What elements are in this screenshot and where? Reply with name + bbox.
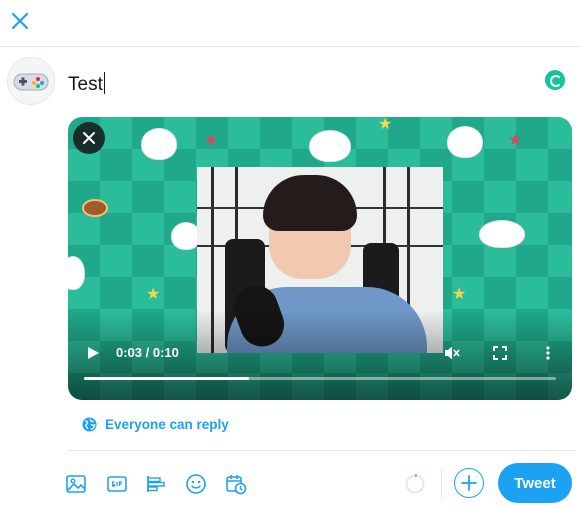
globe-icon bbox=[82, 416, 97, 432]
media-attachment[interactable]: ★ ★ ★ ★ ★ 0:03 / 0:10 bbox=[68, 117, 572, 400]
schedule-icon[interactable] bbox=[225, 473, 247, 495]
volume-muted-icon[interactable] bbox=[444, 345, 460, 361]
puppy-sticker bbox=[448, 127, 482, 157]
image-icon[interactable] bbox=[65, 473, 87, 495]
gamepad-icon bbox=[13, 73, 49, 91]
person bbox=[263, 175, 357, 231]
tweet-text-value: Test bbox=[68, 74, 103, 95]
video-progress-fill bbox=[84, 377, 250, 380]
tweet-button[interactable]: Tweet bbox=[498, 463, 572, 503]
star-icon: ★ bbox=[146, 286, 161, 303]
reply-settings-label: Everyone can reply bbox=[105, 416, 229, 432]
star-icon: ★ bbox=[452, 286, 467, 303]
close-icon[interactable] bbox=[8, 9, 32, 33]
puppy-sticker bbox=[68, 257, 84, 289]
star-icon: ★ bbox=[378, 117, 393, 133]
add-tweet-button[interactable] bbox=[454, 468, 484, 498]
grammarly-icon[interactable] bbox=[545, 70, 565, 90]
emoji-icon[interactable] bbox=[185, 473, 207, 495]
star-icon: ★ bbox=[508, 132, 523, 149]
puppy-sticker bbox=[172, 223, 200, 249]
text-caret bbox=[103, 72, 105, 94]
avatar[interactable] bbox=[7, 57, 55, 105]
star-icon: ★ bbox=[204, 132, 219, 149]
puppy-sticker bbox=[142, 129, 176, 159]
remove-media-button[interactable] bbox=[73, 122, 105, 154]
character-counter-icon bbox=[405, 474, 425, 494]
puppy-sticker bbox=[480, 221, 524, 247]
more-vertical-icon[interactable] bbox=[540, 345, 556, 361]
video-progress-bar[interactable] bbox=[84, 377, 556, 380]
toolbar-divider bbox=[68, 450, 575, 451]
reply-settings-button[interactable]: Everyone can reply bbox=[82, 414, 229, 434]
composer-header bbox=[0, 0, 581, 47]
plus-icon bbox=[461, 475, 477, 491]
fullscreen-icon[interactable] bbox=[492, 345, 508, 361]
close-icon bbox=[83, 132, 95, 144]
gif-icon[interactable] bbox=[106, 473, 128, 495]
donut-sticker bbox=[82, 199, 108, 217]
play-icon[interactable] bbox=[86, 346, 100, 360]
poll-icon[interactable] bbox=[145, 473, 167, 495]
video-time: 0:03 / 0:10 bbox=[116, 345, 179, 360]
puppy-sticker bbox=[310, 131, 350, 161]
tweet-text-input[interactable]: Test bbox=[68, 72, 105, 96]
toolbar-separator bbox=[441, 468, 442, 498]
